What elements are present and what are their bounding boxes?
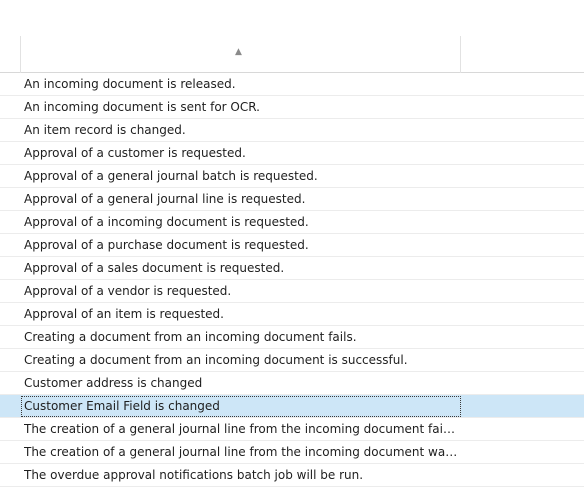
row-description: Approval of a purchase document is reque… xyxy=(24,238,309,252)
row-description: Creating a document from an incoming doc… xyxy=(24,353,408,367)
row-description: Approval of a sales document is requeste… xyxy=(24,261,285,275)
table-row[interactable]: Creating a document from an incoming doc… xyxy=(0,349,584,372)
row-description: Approval of an item is requested. xyxy=(24,307,224,321)
column-header[interactable]: ▲ xyxy=(0,36,584,73)
row-description: The creation of a general journal line f… xyxy=(24,422,458,436)
table-row[interactable]: The creation of a general journal line f… xyxy=(0,441,584,464)
event-list-grid: ▲ An incoming document is released. An in… xyxy=(0,0,584,487)
table-row[interactable]: Approval of an item is requested. xyxy=(0,303,584,326)
row-list: An incoming document is released. An inco… xyxy=(0,73,584,487)
row-description: Approval of a general journal batch is r… xyxy=(24,169,318,183)
row-description: Approval of a general journal line is re… xyxy=(24,192,306,206)
table-row[interactable]: Approval of a vendor is requested. xyxy=(0,280,584,303)
row-description: An item record is changed. xyxy=(24,123,186,137)
column-divider[interactable] xyxy=(20,36,21,73)
table-row[interactable]: Approval of a general journal batch is r… xyxy=(0,165,584,188)
table-row[interactable]: Approval of a general journal line is re… xyxy=(0,188,584,211)
column-divider[interactable] xyxy=(460,36,461,73)
table-row[interactable]: An item record is changed. xyxy=(0,119,584,142)
table-row[interactable]: The overdue approval notifications batch… xyxy=(0,464,584,487)
row-description: An incoming document is released. xyxy=(24,77,236,91)
table-row[interactable]: An incoming document is released. xyxy=(0,73,584,96)
table-row[interactable]: The creation of a general journal line f… xyxy=(0,418,584,441)
row-description: An incoming document is sent for OCR. xyxy=(24,100,260,114)
table-row[interactable]: Approval of a purchase document is reque… xyxy=(0,234,584,257)
row-description: Customer address is changed xyxy=(24,376,203,390)
table-row[interactable]: Customer address is changed xyxy=(0,372,584,395)
row-description: Approval of a customer is requested. xyxy=(24,146,246,160)
table-row[interactable]: Approval of a sales document is requeste… xyxy=(0,257,584,280)
row-description: The overdue approval notifications batch… xyxy=(24,468,364,482)
table-row[interactable]: An incoming document is sent for OCR. xyxy=(0,96,584,119)
table-row[interactable]: Creating a document from an incoming doc… xyxy=(0,326,584,349)
row-description: Creating a document from an incoming doc… xyxy=(24,330,357,344)
table-row[interactable]: Approval of a incoming document is reque… xyxy=(0,211,584,234)
row-description: Approval of a incoming document is reque… xyxy=(24,215,309,229)
sort-ascending-icon[interactable]: ▲ xyxy=(235,48,245,57)
table-row[interactable]: Approval of a customer is requested. xyxy=(0,142,584,165)
row-description: Approval of a vendor is requested. xyxy=(24,284,232,298)
row-description: The creation of a general journal line f… xyxy=(24,445,458,459)
table-row-selected[interactable]: Customer Email Field is changed xyxy=(0,395,584,418)
row-description: Customer Email Field is changed xyxy=(24,399,220,413)
